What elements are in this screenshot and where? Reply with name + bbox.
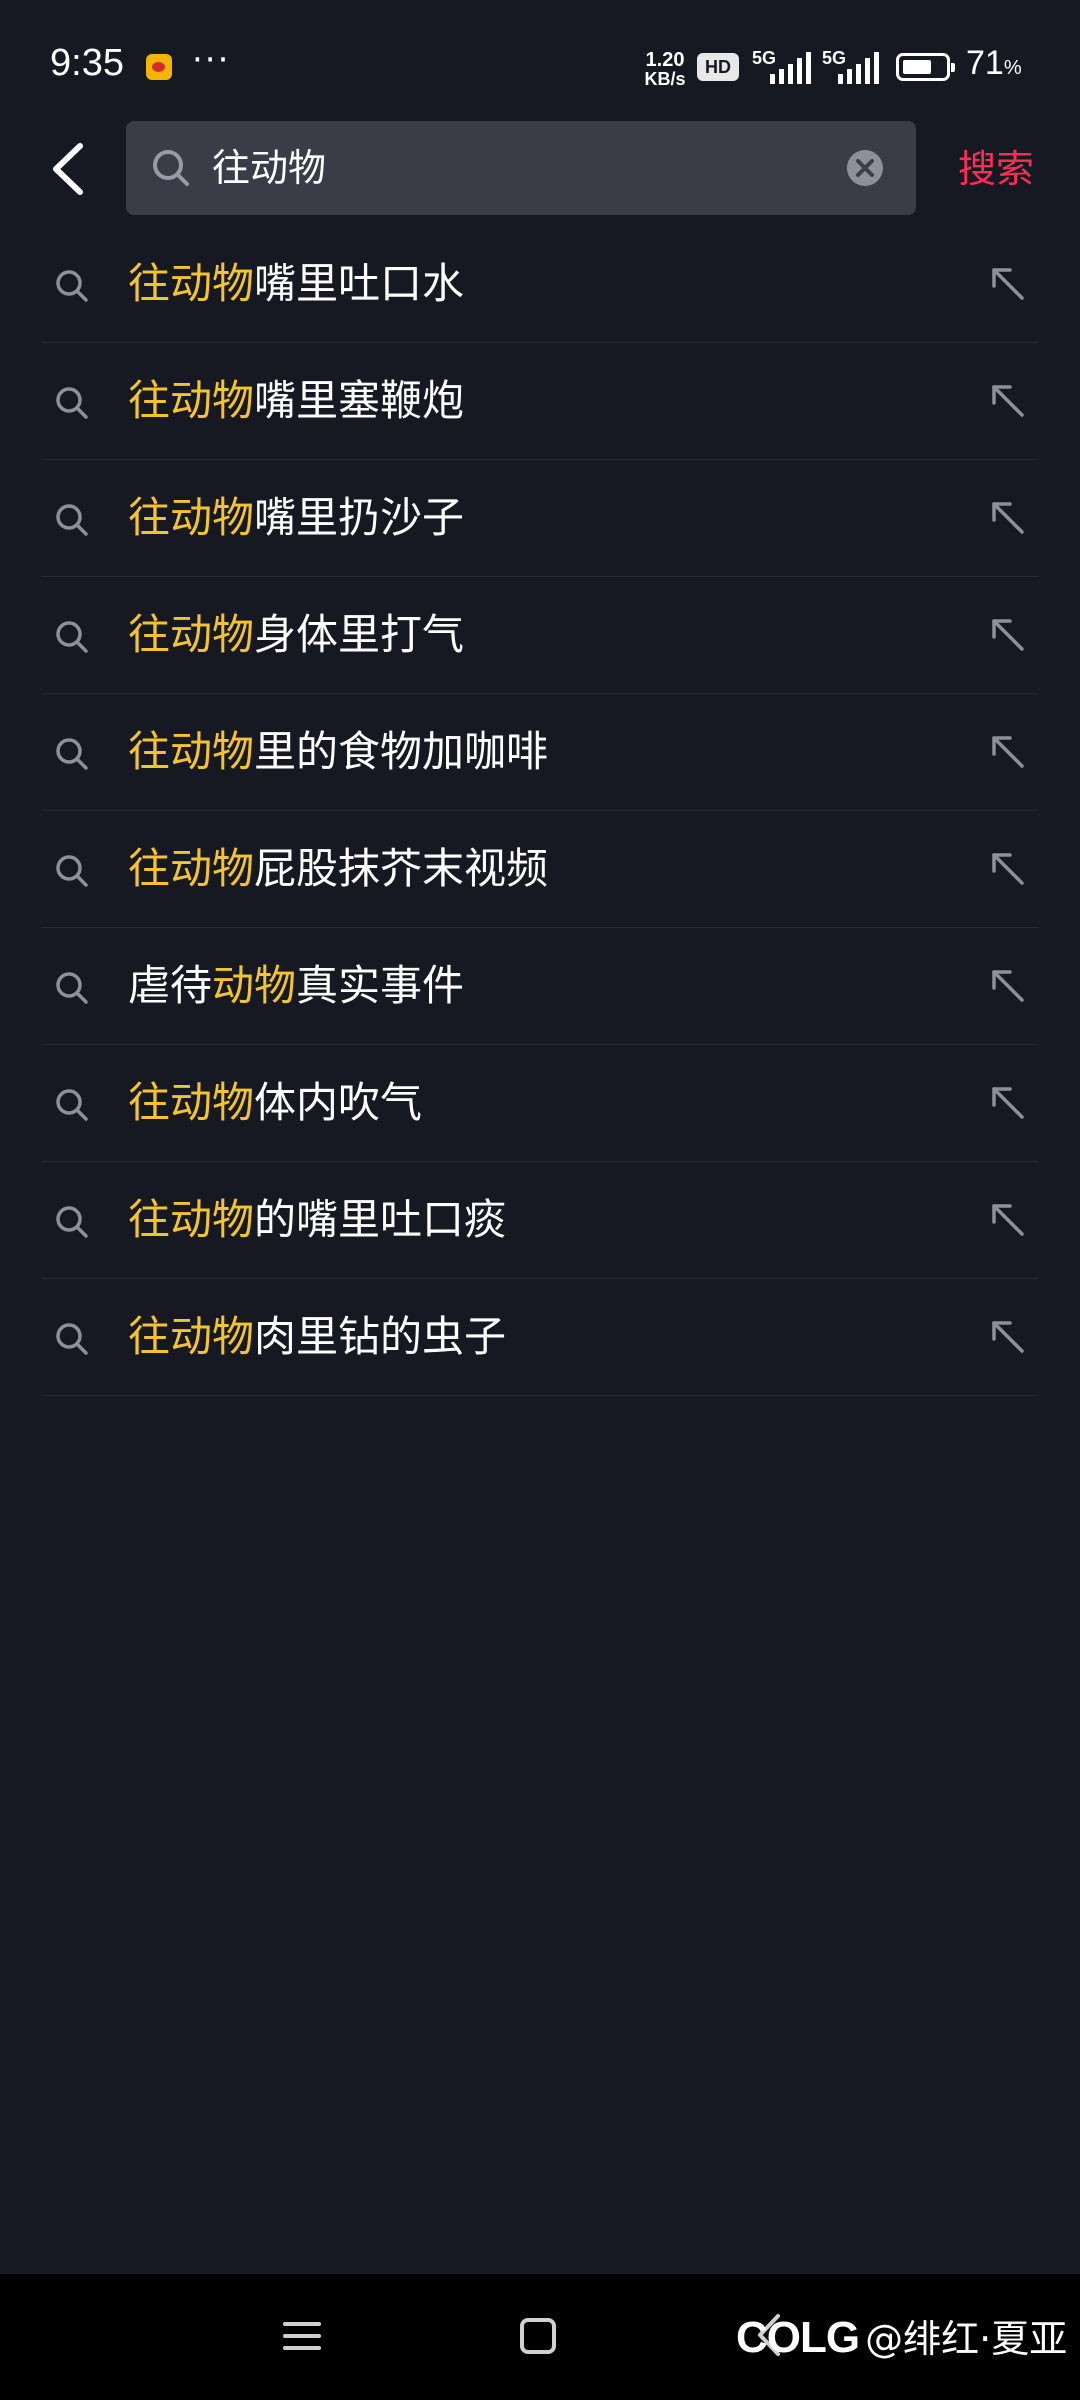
battery-level-fill [903,60,931,74]
back-button[interactable] [40,134,100,204]
suggestion-highlight: 往动物 [128,1195,255,1244]
watermark-logo: COLG [736,2313,860,2362]
search-icon [56,270,88,302]
search-button[interactable]: 搜索 [958,138,1034,193]
arrow-up-left-icon[interactable] [986,1081,1030,1125]
arrow-up-left-icon[interactable] [986,847,1030,891]
suggestion-suffix: 真实事件 [296,961,465,1010]
signal-strength-icon [838,52,879,84]
battery-percentage: 71% [966,44,1022,83]
signal-strength-icon [770,52,811,84]
suggestion-text: 往动物身体里打气 [128,577,464,693]
menu-icon[interactable] [282,2316,322,2356]
suggestion-prefix: 虐待 [128,961,213,1010]
search-icon [56,855,88,887]
arrow-up-left-icon[interactable] [986,262,1030,306]
suggestion-suffix: 嘴里扔沙子 [254,493,465,542]
suggestion-item[interactable]: 往动物的嘴里吐口痰 [42,1162,1038,1279]
suggestion-item[interactable]: 往动物身体里打气 [42,577,1038,694]
suggestion-item[interactable]: 虐待动物真实事件 [42,928,1038,1045]
suggestion-suffix: 里的食物加咖啡 [254,727,549,776]
suggestion-suffix: 身体里打气 [254,610,465,659]
suggestion-text: 往动物里的食物加咖啡 [128,694,548,810]
network-speed-unit: KB/s [644,69,686,89]
network-speed: 1.20 KB/s [640,50,690,88]
search-icon [153,150,189,186]
search-icon [56,387,88,419]
battery-value: 71 [966,44,1004,82]
search-input[interactable] [212,121,812,215]
suggestion-text: 往动物屁股抹芥末视频 [128,811,548,927]
battery-icon [896,53,955,81]
weibo-notification-icon [146,54,172,80]
suggestion-text: 往动物肉里钻的虫子 [128,1279,506,1395]
suggestion-text: 虐待动物真实事件 [128,928,464,1044]
status-time: 9:35 [50,42,124,84]
arrow-up-left-icon[interactable] [986,1315,1030,1359]
suggestion-text: 往动物体内吹气 [128,1045,422,1161]
suggestion-suffix: 嘴里塞鞭炮 [254,376,465,425]
suggestion-text: 往动物嘴里吐口水 [128,226,464,342]
arrow-up-left-icon[interactable] [986,379,1030,423]
suggestion-highlight: 往动物 [128,493,255,542]
search-box[interactable] [126,121,916,215]
suggestion-highlight: 往动物 [128,1312,255,1361]
suggestion-list: 往动物嘴里吐口水 往动物嘴里塞鞭炮 往动物嘴里扔沙子 往动物身体里打气 往动物里的食物加… [0,226,1080,1396]
suggestion-highlight: 动物 [212,961,297,1010]
status-bar: 9:35 ··· 1.20 KB/s HD 5G 5G 71% [0,0,1080,120]
watermark: COLG @绯红·夏亚 [736,2308,1067,2363]
search-icon [56,621,88,653]
network-speed-value: 1.20 [645,49,685,71]
navigation-bar: COLG @绯红·夏亚 [0,2274,1080,2400]
suggestion-text: 往动物的嘴里吐口痰 [128,1162,506,1278]
suggestion-item[interactable]: 往动物屁股抹芥末视频 [42,811,1038,928]
suggestion-highlight: 往动物 [128,610,255,659]
suggestion-suffix: 的嘴里吐口痰 [254,1195,507,1244]
suggestion-highlight: 往动物 [128,844,255,893]
search-icon [56,504,88,536]
suggestion-highlight: 往动物 [128,259,255,308]
suggestion-item[interactable]: 往动物体内吹气 [42,1045,1038,1162]
arrow-up-left-icon[interactable] [986,964,1030,1008]
more-notifications-icon: ··· [192,40,231,80]
suggestion-text: 往动物嘴里扔沙子 [128,460,464,576]
suggestion-text: 往动物嘴里塞鞭炮 [128,343,464,459]
suggestion-suffix: 屁股抹芥末视频 [254,844,549,893]
search-icon [56,1323,88,1355]
arrow-up-left-icon[interactable] [986,1198,1030,1242]
suggestion-suffix: 体内吹气 [254,1078,423,1127]
suggestion-highlight: 往动物 [128,376,255,425]
suggestion-suffix: 肉里钻的虫子 [254,1312,507,1361]
battery-unit: % [1003,57,1022,79]
suggestion-item[interactable]: 往动物肉里钻的虫子 [42,1279,1038,1396]
search-icon [56,1206,88,1238]
arrow-up-left-icon[interactable] [986,496,1030,540]
arrow-up-left-icon[interactable] [986,613,1030,657]
clear-circle-icon[interactable] [846,149,884,187]
search-icon [56,738,88,770]
suggestion-suffix: 嘴里吐口水 [254,259,465,308]
suggestion-item[interactable]: 往动物里的食物加咖啡 [42,694,1038,811]
suggestion-highlight: 往动物 [128,727,255,776]
suggestion-item[interactable]: 往动物嘴里塞鞭炮 [42,343,1038,460]
home-square-icon[interactable] [518,2316,558,2356]
hd-voice-icon: HD [697,53,739,81]
suggestion-highlight: 往动物 [128,1078,255,1127]
watermark-text: @绯红·夏亚 [865,2317,1068,2361]
search-icon [56,1089,88,1121]
suggestion-item[interactable]: 往动物嘴里扔沙子 [42,460,1038,577]
chevron-left-icon [53,143,83,195]
search-icon [56,972,88,1004]
suggestion-item[interactable]: 往动物嘴里吐口水 [42,226,1038,343]
arrow-up-left-icon[interactable] [986,730,1030,774]
